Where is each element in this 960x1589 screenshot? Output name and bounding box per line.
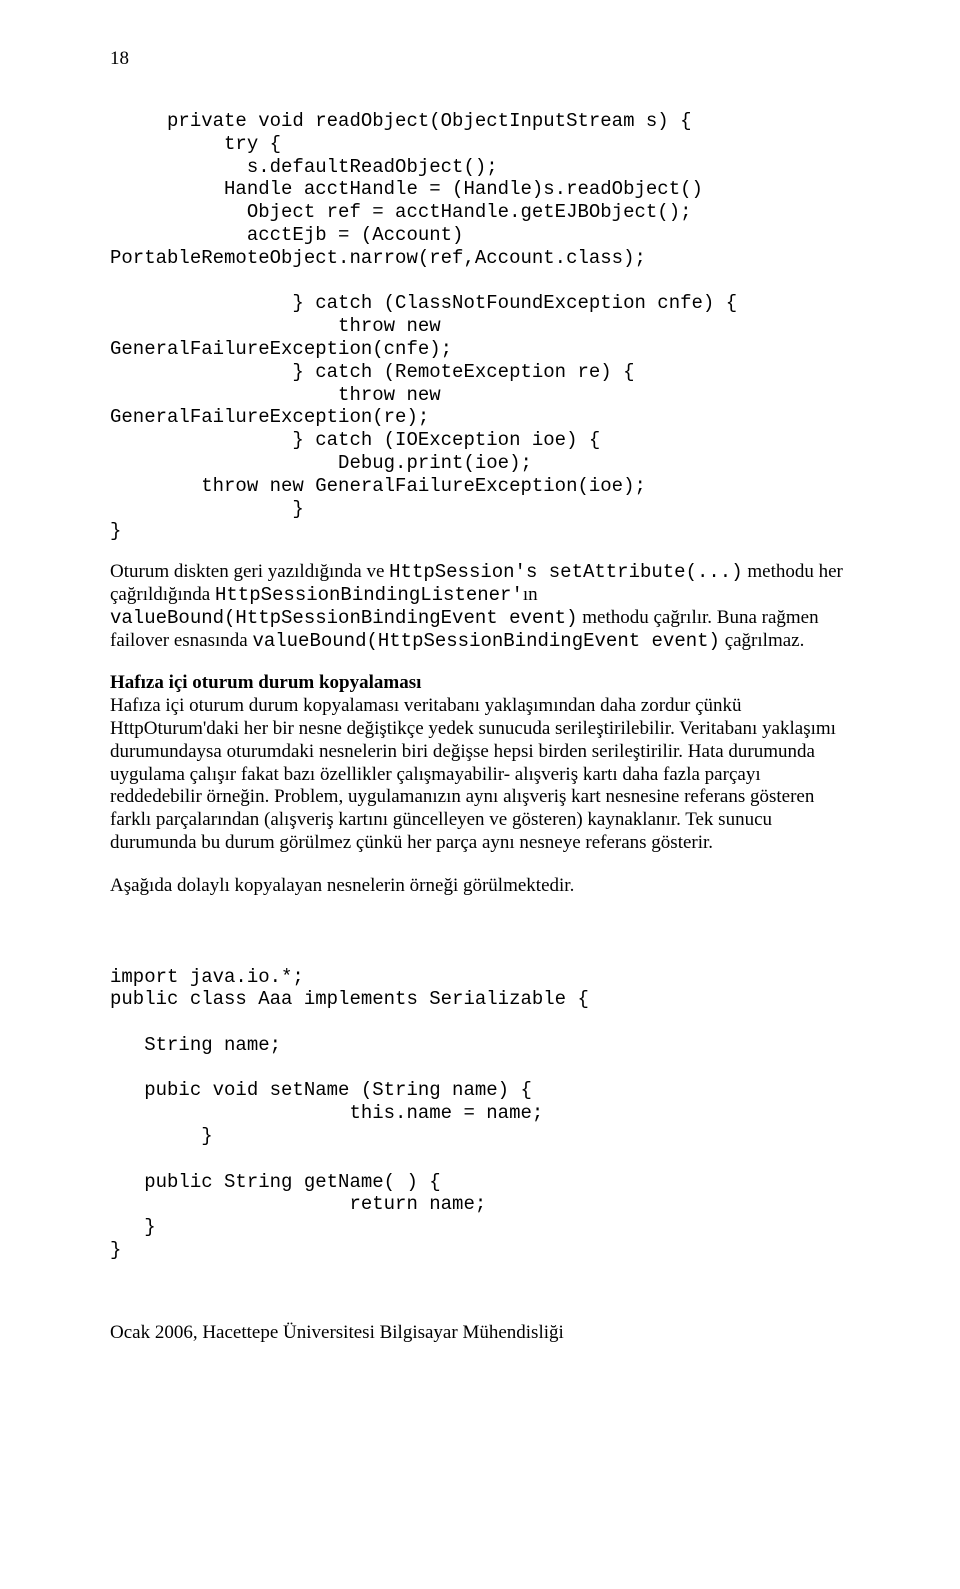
para1-mono3: valueBound(HttpSessionBindingEvent event… xyxy=(110,607,577,629)
memory-session-section: Hafıza içi oturum durum kopyalaması Hafı… xyxy=(110,672,850,854)
memory-session-heading: Hafıza içi oturum durum kopyalaması xyxy=(110,672,421,693)
para1-pre: Oturum diskten geri yazıldığında ve xyxy=(110,561,389,582)
paragraph-session-attribute: Oturum diskten geri yazıldığında ve Http… xyxy=(110,561,850,652)
paragraph-indirect-copy: Aşağıda dolaylı kopyalayan nesnelerin ör… xyxy=(110,875,850,898)
para1-post: çağrılmaz. xyxy=(720,630,804,651)
code-block-1: private void readObject(ObjectInputStrea… xyxy=(110,110,850,543)
para1-mid2: ın xyxy=(523,584,538,605)
code-block-2: import java.io.*; public class Aaa imple… xyxy=(110,966,850,1262)
para1-mono2: HttpSessionBindingListener' xyxy=(215,584,523,606)
page: 18 private void readObject(ObjectInputSt… xyxy=(0,0,960,1384)
footer: Ocak 2006, Hacettepe Üniversitesi Bilgis… xyxy=(110,1322,850,1344)
page-number: 18 xyxy=(110,48,850,70)
para1-mono4: valueBound(HttpSessionBindingEvent event… xyxy=(252,630,719,652)
memory-session-body: Hafıza içi oturum durum kopyalaması veri… xyxy=(110,695,836,853)
para1-mono1: HttpSession's setAttribute(...) xyxy=(389,561,742,583)
